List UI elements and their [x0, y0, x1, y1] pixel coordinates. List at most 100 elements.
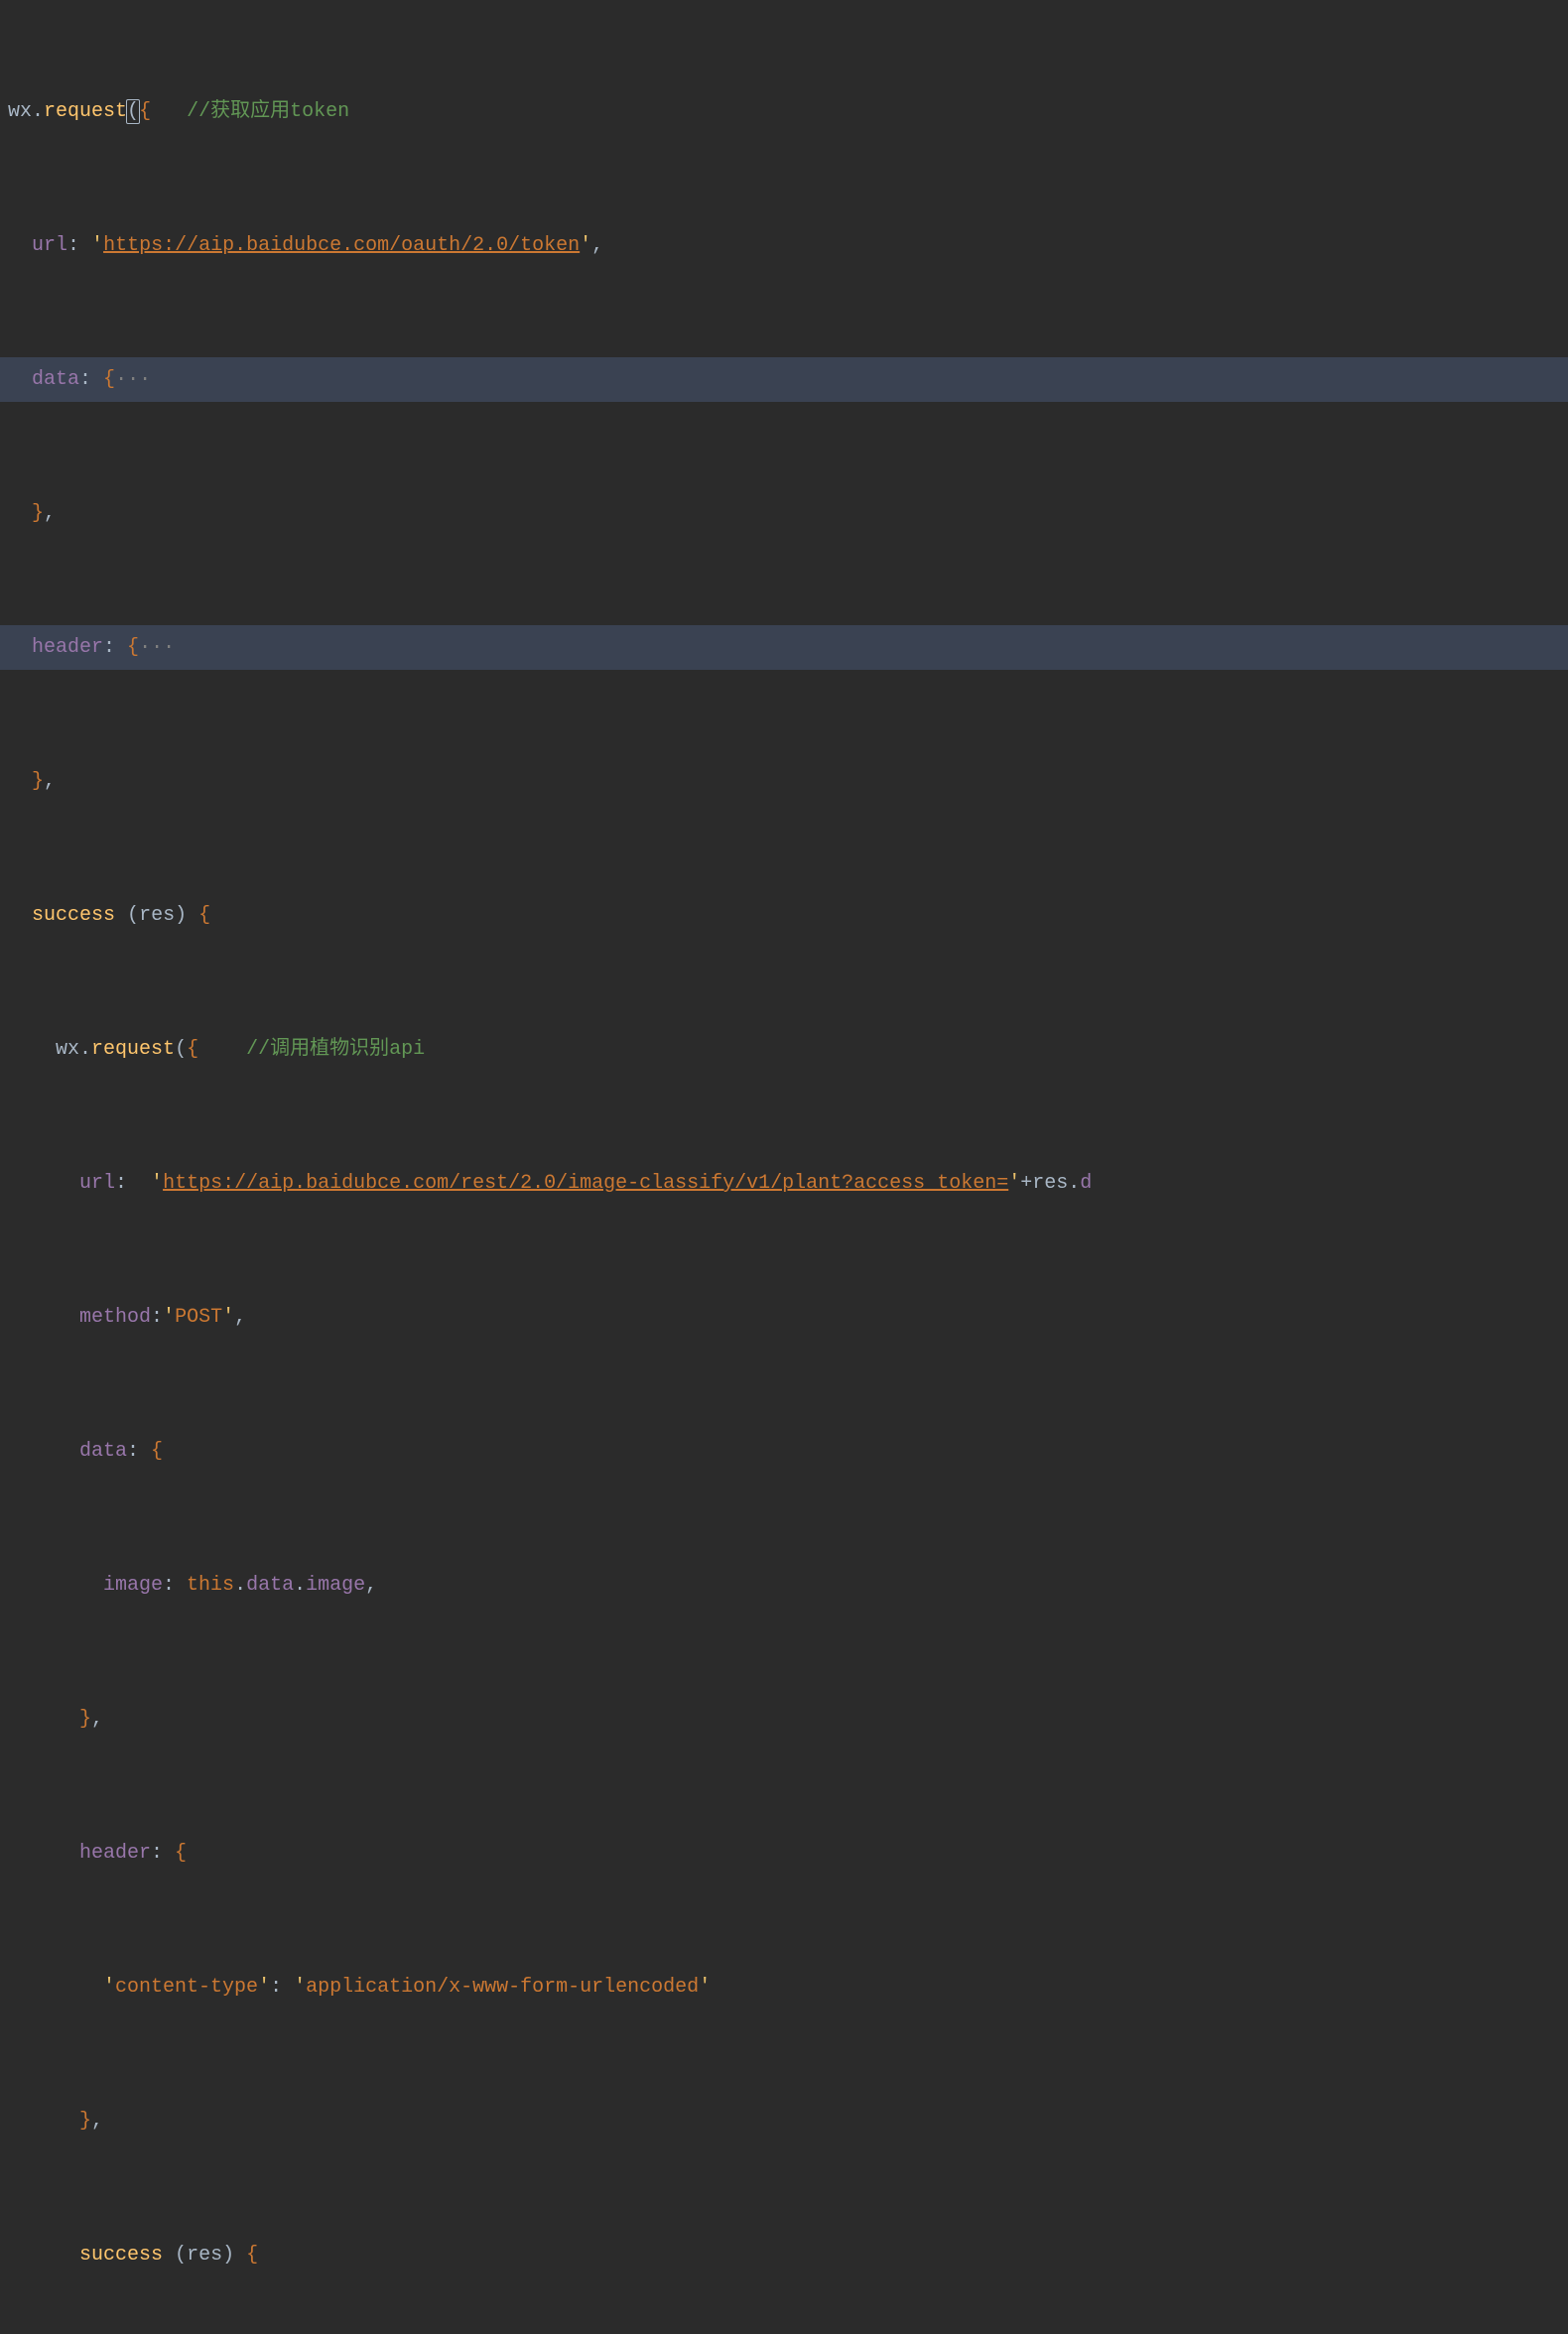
quote: ' [699, 1976, 711, 1999]
property: image [306, 1574, 365, 1597]
quote: ' [163, 1306, 175, 1329]
property: data [246, 1574, 294, 1597]
code-line[interactable]: wx.request({ //调用植物识别api [0, 1027, 1568, 1072]
brace-close: } [32, 502, 44, 525]
property-key: data [32, 368, 79, 391]
fold-ellipsis-icon[interactable]: ··· [139, 636, 175, 659]
code-line[interactable]: }, [0, 491, 1568, 536]
dot: . [1068, 1172, 1080, 1195]
comment: //获取应用token [187, 100, 349, 123]
url-string: https://aip.baidubce.com/rest/2.0/image-… [163, 1172, 1008, 1195]
code-editor[interactable]: wx.request({ //获取应用token url: 'https://a… [0, 0, 1568, 2334]
code-line[interactable]: 'content-type': 'application/x-www-form-… [0, 1965, 1568, 2010]
dot: . [32, 100, 44, 123]
method-call: request [91, 1038, 175, 1061]
string-value: POST [175, 1306, 222, 1329]
identifier: res [1032, 1172, 1068, 1195]
brace-close: } [79, 2110, 91, 2133]
colon: : [79, 368, 103, 391]
code-line[interactable]: header: { [0, 1831, 1568, 1876]
code-line[interactable]: wx.request({ //获取应用token [0, 89, 1568, 134]
paren-open: ( [126, 99, 140, 124]
code-line-folded[interactable]: header: {··· [0, 625, 1568, 670]
quote: ' [91, 234, 103, 257]
colon: : [127, 1440, 151, 1463]
quote: ' [258, 1976, 270, 1999]
property-key: method [79, 1306, 151, 1329]
method-name: success [32, 904, 115, 927]
space [234, 2244, 246, 2267]
quote: ' [1008, 1172, 1020, 1195]
quote: ' [580, 234, 591, 257]
identifier: wx [56, 1038, 79, 1061]
brace-close: } [32, 770, 44, 793]
url-string: https://aip.baidubce.com/oauth/2.0/token [103, 234, 580, 257]
code-line-folded[interactable]: data: {··· [0, 357, 1568, 402]
space [115, 904, 127, 927]
code-line[interactable]: }, [0, 2099, 1568, 2143]
colon: : [151, 1842, 175, 1865]
brace-open: { [187, 1038, 198, 1061]
string-value: application/x-www-form-urlencoded [306, 1976, 699, 1999]
brace-open: { [127, 636, 139, 659]
quote: ' [222, 1306, 234, 1329]
property-key: header [79, 1842, 151, 1865]
method-call: request [44, 100, 127, 123]
colon: : [67, 234, 91, 257]
comma: , [365, 1574, 377, 1597]
brace-open: { [175, 1842, 187, 1865]
comma: , [591, 234, 603, 257]
brace-open: { [103, 368, 115, 391]
comma: , [91, 2110, 103, 2133]
comma: , [234, 1306, 246, 1329]
property: d [1080, 1172, 1092, 1195]
property-key: url [32, 234, 67, 257]
code-line[interactable]: image: this.data.image, [0, 1563, 1568, 1608]
dot: . [294, 1574, 306, 1597]
colon: : [270, 1976, 294, 1999]
code-line[interactable]: url: 'https://aip.baidubce.com/oauth/2.0… [0, 223, 1568, 268]
property-key: header [32, 636, 103, 659]
brace-open: { [246, 2244, 258, 2267]
method-name: success [79, 2244, 163, 2267]
colon: : [115, 1172, 151, 1195]
code-line[interactable]: }, [0, 759, 1568, 804]
paren-close: ) [175, 904, 187, 927]
paren-open: ( [175, 2244, 187, 2267]
quote: ' [103, 1976, 115, 1999]
code-line[interactable]: data: { [0, 1429, 1568, 1474]
identifier: wx [8, 100, 32, 123]
comment: //调用植物识别api [246, 1038, 425, 1061]
brace-open: { [139, 100, 151, 123]
brace-open: { [151, 1440, 163, 1463]
code-line[interactable]: }, [0, 1697, 1568, 1742]
string-key: content-type [115, 1976, 258, 1999]
paren-open: ( [127, 904, 139, 927]
parameter: res [187, 2244, 222, 2267]
comma: , [44, 502, 56, 525]
code-line[interactable]: url: 'https://aip.baidubce.com/rest/2.0/… [0, 1161, 1568, 1206]
quote: ' [151, 1172, 163, 1195]
paren-close: ) [222, 2244, 234, 2267]
property-key: image [103, 1574, 163, 1597]
dot: . [79, 1038, 91, 1061]
colon: : [151, 1306, 163, 1329]
quote: ' [294, 1976, 306, 1999]
space [163, 2244, 175, 2267]
code-line[interactable]: success (res) { [0, 2233, 1568, 2277]
dot: . [234, 1574, 246, 1597]
comma: , [91, 1708, 103, 1731]
plus-operator: + [1020, 1172, 1032, 1195]
code-line[interactable]: success (res) { [0, 893, 1568, 938]
colon: : [103, 636, 127, 659]
paren-open: ( [175, 1038, 187, 1061]
property-key: url [79, 1172, 115, 1195]
brace-close: } [79, 1708, 91, 1731]
colon: : [163, 1574, 187, 1597]
code-line[interactable]: method:'POST', [0, 1295, 1568, 1340]
property-key: data [79, 1440, 127, 1463]
fold-ellipsis-icon[interactable]: ··· [115, 368, 151, 391]
comma: , [44, 770, 56, 793]
parameter: res [139, 904, 175, 927]
this-keyword: this [187, 1574, 234, 1597]
